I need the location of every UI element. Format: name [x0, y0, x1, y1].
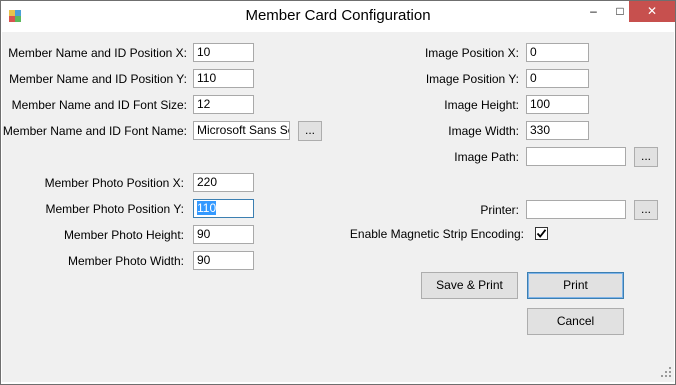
selected-text: 110: [197, 201, 217, 215]
photo-width-label: Member Photo Width:: [67, 254, 184, 268]
minimize-button[interactable]: –: [580, 1, 607, 22]
image-height-label: Image Height:: [444, 98, 519, 112]
image-height-input[interactable]: 100: [526, 95, 589, 114]
name-id-font-name-input[interactable]: Microsoft Sans Serif: [193, 121, 290, 140]
photo-x-input[interactable]: 220: [193, 173, 254, 192]
config-window: Member Card Configuration – □ ✕ Member N…: [0, 0, 676, 385]
printer-browse-button[interactable]: ...: [634, 200, 658, 220]
title-bar[interactable]: Member Card Configuration – □ ✕: [1, 1, 675, 32]
photo-height-input[interactable]: 90: [193, 225, 254, 244]
magnetic-strip-label: Enable Magnetic Strip Encoding:: [349, 227, 524, 241]
image-x-label: Image Position X:: [424, 46, 519, 60]
printer-label: Printer:: [480, 203, 519, 217]
name-id-font-name-label: Member Name and ID Font Name:: [2, 124, 187, 138]
name-id-y-input[interactable]: 110: [193, 69, 254, 88]
photo-y-label: Member Photo Position Y:: [45, 202, 184, 216]
image-width-input[interactable]: 330: [526, 121, 589, 140]
magnetic-strip-checkbox[interactable]: [535, 227, 548, 240]
name-id-font-size-label: Member Name and ID Font Size:: [11, 98, 187, 112]
checkmark-icon: [536, 229, 547, 238]
image-path-input[interactable]: [526, 147, 626, 166]
image-y-input[interactable]: 0: [526, 69, 589, 88]
photo-y-input[interactable]: 110: [193, 199, 254, 218]
photo-x-label: Member Photo Position X:: [44, 176, 184, 190]
printer-input[interactable]: [526, 200, 626, 219]
print-button[interactable]: Print: [527, 272, 624, 299]
resize-grip-icon[interactable]: [660, 366, 672, 378]
save-print-button[interactable]: Save & Print: [421, 272, 518, 299]
cancel-button[interactable]: Cancel: [527, 308, 624, 335]
image-path-browse-button[interactable]: ...: [634, 147, 658, 167]
image-path-label: Image Path:: [454, 150, 519, 164]
photo-height-label: Member Photo Height:: [63, 228, 184, 242]
window-title: Member Card Configuration: [245, 7, 431, 24]
name-id-x-input[interactable]: 10: [193, 43, 254, 62]
name-id-x-label: Member Name and ID Position X:: [8, 46, 187, 60]
image-x-input[interactable]: 0: [526, 43, 589, 62]
font-browse-button[interactable]: ...: [298, 121, 322, 141]
name-id-font-size-input[interactable]: 12: [193, 95, 254, 114]
close-button[interactable]: ✕: [629, 1, 675, 22]
photo-width-input[interactable]: 90: [193, 251, 254, 270]
name-id-y-label: Member Name and ID Position Y:: [9, 72, 187, 86]
form-client-area: Member Name and ID Position X: 10 Member…: [2, 32, 674, 382]
image-width-label: Image Width:: [448, 124, 519, 138]
image-y-label: Image Position Y:: [425, 72, 519, 86]
